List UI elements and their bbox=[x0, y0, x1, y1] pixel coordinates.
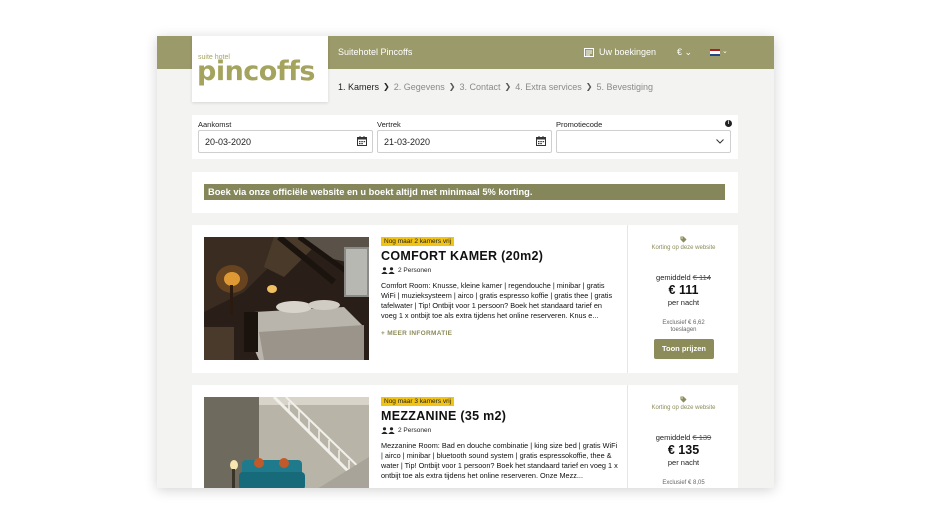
arrival-input[interactable]: 20-03-2020 bbox=[198, 130, 373, 153]
availability-badge: Nog maar 3 kamers vrij bbox=[381, 397, 455, 406]
promo-banner: Boek via onze officiële website en u boe… bbox=[204, 184, 725, 200]
per-night-label: per nacht bbox=[667, 298, 700, 307]
promo-input[interactable] bbox=[556, 130, 731, 153]
room-title[interactable]: COMFORT KAMER (20m2) bbox=[381, 249, 543, 263]
info-icon[interactable]: i bbox=[725, 120, 732, 127]
step-separator-icon: ❯ bbox=[383, 82, 390, 91]
booking-window: Suitehotel Pincoffs Uw boekingen € ⌄ ⌄ s… bbox=[157, 36, 774, 488]
persons-label: 2 Personen bbox=[398, 267, 432, 274]
language-chevron-icon[interactable]: ⌄ bbox=[722, 47, 728, 55]
hotel-logo[interactable]: suite hotel pincoffs bbox=[192, 36, 328, 102]
room-card: Nog maar 3 kamers vrij MEZZANINE (35 m2)… bbox=[192, 385, 738, 488]
surcharge-amount: Exclusief € 8,05 bbox=[662, 480, 705, 486]
currency-select[interactable]: € ⌄ bbox=[677, 47, 692, 58]
room-card: Nog maar 2 kamers vrij COMFORT KAMER (20… bbox=[192, 225, 738, 373]
room-photo-comfort[interactable] bbox=[204, 237, 369, 360]
step-contact: 3. Contact bbox=[459, 82, 501, 92]
average-price: gemiddeld € 114 bbox=[628, 273, 739, 282]
average-label: gemiddeld bbox=[656, 273, 691, 282]
dutch-flag-icon[interactable] bbox=[710, 49, 720, 56]
step-extra-services: 4. Extra services bbox=[515, 82, 582, 92]
old-price: € 114 bbox=[692, 273, 711, 282]
arrival-label: Aankomst bbox=[198, 120, 232, 129]
surcharge-note: Exclusief € 6,62 toeslagen bbox=[628, 320, 739, 334]
availability-badge: Nog maar 2 kamers vrij bbox=[381, 237, 455, 246]
persons-label: 2 Personen bbox=[398, 427, 432, 434]
discount-note: Korting op deze website bbox=[628, 236, 739, 251]
room-photo-mezzanine[interactable] bbox=[204, 397, 369, 488]
calendar-icon[interactable] bbox=[536, 136, 546, 146]
calendar-icon[interactable] bbox=[357, 136, 367, 146]
room-persons: 2 Personen bbox=[381, 267, 431, 274]
arrival-value: 20-03-2020 bbox=[205, 137, 252, 147]
room-persons: 2 Personen bbox=[381, 427, 431, 434]
departure-label: Vertrek bbox=[377, 120, 401, 129]
price-column: Korting op deze website gemiddeld € 114 … bbox=[627, 225, 738, 373]
show-prices-button[interactable]: Toon prijzen bbox=[654, 339, 714, 359]
promo-label: Promotiecode bbox=[556, 120, 603, 129]
surcharge-label: toeslagen bbox=[670, 327, 697, 333]
search-form: Aankomst 20-03-2020 Vertrek 21-03-2020 P… bbox=[192, 115, 738, 159]
promo-banner-card: Boek via onze officiële website en u boe… bbox=[192, 172, 738, 213]
departure-input[interactable]: 21-03-2020 bbox=[377, 130, 552, 153]
bookings-label: Uw boekingen bbox=[599, 47, 657, 57]
average-price: gemiddeld € 139 bbox=[628, 433, 739, 442]
step-confirmation: 5. Bevestiging bbox=[596, 82, 653, 92]
bookings-link[interactable]: Uw boekingen bbox=[584, 47, 656, 57]
room-description: Comfort Room: Knusse, kleine kamer | reg… bbox=[381, 281, 613, 320]
surcharge-note: Exclusief € 8,05 bbox=[628, 480, 739, 487]
room-title[interactable]: MEZZANINE (35 m2) bbox=[381, 409, 506, 423]
persons-icon bbox=[381, 427, 395, 434]
room-price: € 135 bbox=[667, 443, 700, 457]
discount-label: Korting op deze website bbox=[651, 245, 716, 251]
old-price: € 139 bbox=[692, 433, 712, 442]
room-price: € 111 bbox=[668, 283, 699, 297]
price-column: Korting op deze website gemiddeld € 139 … bbox=[627, 385, 738, 488]
chevron-down-icon[interactable] bbox=[715, 136, 725, 146]
persons-icon bbox=[381, 267, 395, 274]
step-separator-icon: ❯ bbox=[504, 82, 512, 91]
discount-label: Korting op deze website bbox=[651, 405, 716, 411]
step-separator-icon: ❯ bbox=[585, 82, 593, 91]
tag-icon bbox=[680, 236, 687, 243]
average-label: gemiddeld bbox=[655, 433, 691, 442]
discount-note: Korting op deze website bbox=[628, 396, 739, 411]
more-info-link[interactable]: + MEER INFORMATIE bbox=[381, 330, 452, 337]
step-rooms[interactable]: 1. Kamers bbox=[338, 82, 379, 92]
per-night-label: per nacht bbox=[667, 458, 700, 467]
surcharge-amount: Exclusief € 6,62 bbox=[662, 320, 705, 326]
logo-wordmark: pincoffs bbox=[197, 56, 315, 87]
step-details: 2. Gegevens bbox=[393, 82, 445, 92]
departure-value: 21-03-2020 bbox=[384, 137, 431, 147]
tag-icon bbox=[680, 396, 687, 403]
room-description: Mezzanine Room: Bad en douche combinatie… bbox=[381, 441, 618, 480]
step-separator-icon: ❯ bbox=[448, 82, 456, 91]
hotel-name: Suitehotel Pincoffs bbox=[338, 47, 413, 57]
bookings-icon bbox=[584, 47, 594, 57]
booking-steps: 1. Kamers ❯ 2. Gegevens ❯ 3. Contact ❯ 4… bbox=[338, 82, 657, 92]
